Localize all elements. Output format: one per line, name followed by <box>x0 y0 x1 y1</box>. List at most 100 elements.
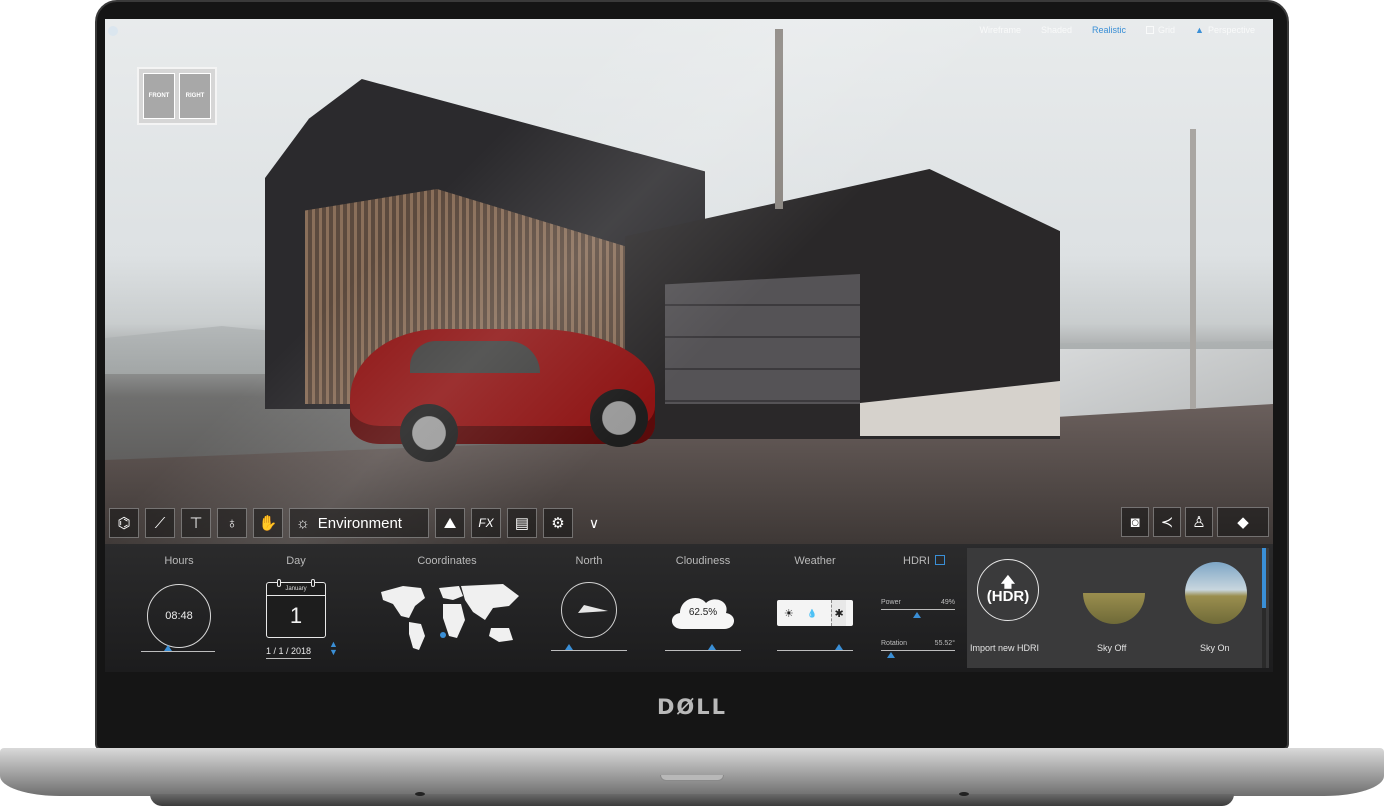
fx-icon[interactable]: FX <box>471 508 501 538</box>
brand-logo: DØLL <box>656 695 728 719</box>
weather-selector[interactable]: ☀ 💧 ✱ <box>777 600 853 626</box>
paint-roller-icon[interactable]: ⊤ <box>181 508 211 538</box>
calendar-day-number: 1 <box>289 603 303 628</box>
gallery-scrollbar[interactable] <box>1262 548 1266 668</box>
light-bulb-icon[interactable]: ♁ <box>217 508 247 538</box>
hdri-power-slider-handle[interactable] <box>913 612 921 618</box>
weather-control: Weather <box>765 544 865 569</box>
environment-button[interactable]: ☼ Environment <box>289 508 429 538</box>
north-compass[interactable] <box>561 582 617 638</box>
hand-icon[interactable]: ✋ <box>253 508 283 538</box>
stepper-down-icon[interactable]: ▼ <box>329 648 338 657</box>
weather-icon: ☼ <box>296 514 310 532</box>
camera-icon[interactable]: ◙ <box>1121 507 1149 537</box>
north-slider-track[interactable] <box>551 650 627 651</box>
hdri-label: HDRI <box>903 555 930 567</box>
hdri-rotation-value: 55.52° <box>934 640 955 647</box>
vr-headset-icon[interactable]: ◆ <box>1217 507 1269 537</box>
app-logo-icon[interactable] <box>108 26 118 36</box>
gallery-scrollbar-thumb[interactable] <box>1262 548 1266 608</box>
person-icon[interactable]: ♙ <box>1185 507 1213 537</box>
cloudiness-label: Cloudiness <box>675 555 731 567</box>
cloudiness-slider-handle[interactable] <box>708 644 716 650</box>
hours-value: 08:48 <box>165 610 193 622</box>
clapper-icon[interactable]: ▤ <box>507 508 537 538</box>
sun-icon[interactable]: ☀ <box>784 607 794 620</box>
import-hdri-button[interactable]: 🡅 (HDR) <box>977 559 1039 621</box>
upload-arrow-icon: 🡅 <box>1000 573 1016 590</box>
view-mode-realistic[interactable]: Realistic <box>1092 25 1126 35</box>
nav-cube-front-face[interactable]: FRONT <box>143 73 175 119</box>
3d-viewport[interactable]: FRONT RIGHT Wireframe Shaded Realistic G… <box>105 19 1273 544</box>
grid-icon <box>1146 26 1155 34</box>
garage-door <box>665 274 860 404</box>
perspective-icon: ▲ <box>1195 25 1204 35</box>
import-hdri-label: Import new HDRI <box>970 643 1040 653</box>
laptop-base <box>0 748 1384 796</box>
laptop-foot <box>415 792 425 796</box>
hours-dial[interactable]: 08:48 <box>147 584 211 648</box>
laptop-mockup: FRONT RIGHT Wireframe Shaded Realistic G… <box>0 0 1384 809</box>
view-mode-grid[interactable]: Grid <box>1146 25 1175 35</box>
sky-off-label: Sky Off <box>1097 643 1127 653</box>
hdri-rotation-label: Rotation <box>881 640 908 647</box>
main-toolbar: ⌬ ⟋ ⊤ ♁ ✋ ☼ Environment ⛰ FX ▤ ⚙ ∨ <box>109 507 609 539</box>
view-mode-shaded[interactable]: Shaded <box>1041 25 1072 35</box>
cloudiness-control: Cloudiness <box>653 544 753 569</box>
hdr-badge: (HDR) <box>986 587 1030 605</box>
hdri-settings: HDRI Power 49% Rotation 55.52° <box>875 544 960 672</box>
sky-on-label: Sky On <box>1200 643 1230 653</box>
share-icon[interactable]: ≺ <box>1153 507 1181 537</box>
hdri-power-slider-track[interactable] <box>881 609 955 610</box>
hdri-rotation-slider-handle[interactable] <box>887 652 895 658</box>
hours-label: Hours <box>164 555 194 567</box>
hdri-power-label: Power <box>881 599 901 606</box>
gear-icon[interactable]: ⚙ <box>543 508 573 538</box>
weather-label: Weather <box>794 555 836 567</box>
chevron-down-icon[interactable]: ∨ <box>579 508 609 538</box>
world-map[interactable] <box>373 578 523 658</box>
north-label: North <box>575 555 603 567</box>
hdri-toggle-checkbox[interactable] <box>935 555 945 565</box>
hdri-gallery: 🡅 (HDR) Import new HDRI Sky Off Sky On <box>967 548 1269 668</box>
view-mode-perspective[interactable]: ▲ Perspective <box>1195 25 1255 35</box>
environment-label: Environment <box>317 514 402 532</box>
hours-slider-track[interactable] <box>141 651 215 652</box>
hdri-rotation-slider-track[interactable] <box>881 650 955 651</box>
environment-panel: Hours 08:48 Day January 1 1 / 1 / 2018 ▲… <box>105 544 1273 672</box>
car-wheel-front <box>400 404 458 462</box>
nav-cube-right-face[interactable]: RIGHT <box>179 73 211 119</box>
compass-arrow-icon <box>578 605 608 613</box>
cloudiness-dial[interactable]: 62.5% <box>668 589 738 633</box>
date-field[interactable]: 1 / 1 / 2018 <box>266 646 312 659</box>
right-toolbar: ◙ ≺ ♙ ◆ <box>1121 507 1269 537</box>
hdri-thumbnail-sky-on[interactable] <box>1185 562 1247 624</box>
furniture-icon[interactable]: ⟋ <box>145 508 175 538</box>
calendar-ring <box>277 579 281 587</box>
birch-tree <box>1190 129 1196 409</box>
laptop-base-bottom <box>150 794 1234 806</box>
cloudiness-slider-track[interactable] <box>665 650 741 651</box>
weather-slider-track[interactable] <box>777 650 853 651</box>
hdri-rotation-row: Rotation 55.52° <box>881 640 955 647</box>
cloudiness-value: 62.5% <box>688 607 718 618</box>
project-tree-icon[interactable]: ⌬ <box>109 508 139 538</box>
car-window <box>410 341 540 373</box>
app-screen: FRONT RIGHT Wireframe Shaded Realistic G… <box>105 19 1273 672</box>
hours-control: Hours <box>127 544 231 569</box>
day-control: Day <box>255 544 337 569</box>
lid-notch <box>660 775 724 781</box>
snow-icon[interactable]: ✱ <box>830 600 847 626</box>
calendar-icon[interactable]: January 1 <box>266 579 326 638</box>
weather-slider-handle[interactable] <box>835 644 843 650</box>
car-wheel-rear <box>590 389 648 447</box>
hours-slider-handle[interactable] <box>164 645 172 651</box>
view-mode-wireframe[interactable]: Wireframe <box>979 25 1021 35</box>
landscape-icon[interactable]: ⛰ <box>435 508 465 538</box>
location-marker[interactable] <box>440 632 446 638</box>
view-navigation-cube[interactable]: FRONT RIGHT <box>137 67 217 125</box>
north-slider-handle[interactable] <box>565 644 573 650</box>
date-stepper[interactable]: ▲ ▼ <box>329 640 338 657</box>
hdri-thumbnail-sky-off[interactable] <box>1083 562 1145 624</box>
rain-drop-icon[interactable]: 💧 <box>807 609 817 618</box>
